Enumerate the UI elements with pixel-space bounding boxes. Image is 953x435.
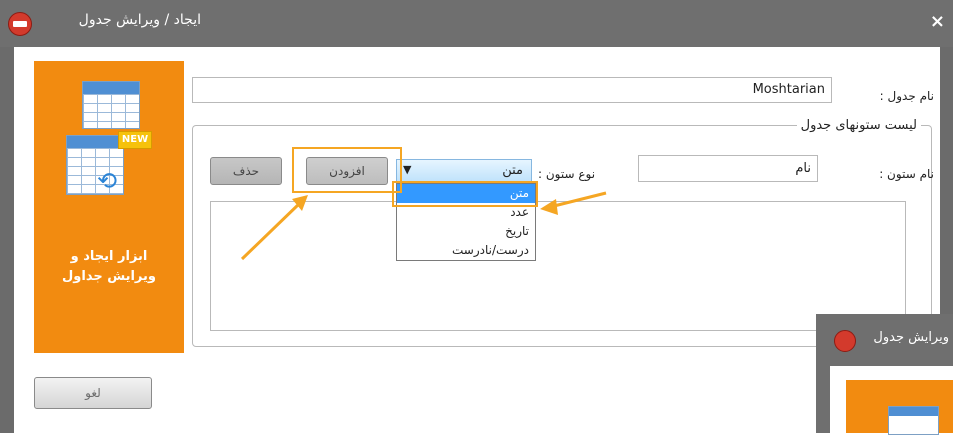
second-dialog-body [830,366,953,435]
columns-group-title: لیست ستونهای جدول [796,118,921,133]
close-icon[interactable]: × [930,11,945,32]
new-badge: NEW [118,131,152,149]
delete-button[interactable]: حذف [210,157,282,185]
column-name-label: نام ستون : [879,167,934,181]
arrow-to-type-icon [540,191,607,215]
app-logo-icon [8,12,32,36]
column-name-input[interactable]: نام [638,155,818,182]
side-caption-line2: ویرایش جداول [62,269,156,284]
second-table-icon [888,406,939,435]
table-name-input[interactable]: Moshtarian [192,77,832,103]
second-dialog-window: ویرایش جدول [816,314,953,435]
dialog-body: NEW ⟲ ابزار ایجاد و ویرایش جداول نام جدو… [14,47,940,433]
column-type-value: متن [502,163,523,178]
side-panel: NEW ⟲ ابزار ایجاد و ویرایش جداول [34,61,184,353]
sync-icon: ⟲ [96,167,118,195]
dropdown-arrow-icon: ▼ [403,163,412,176]
second-app-logo-icon [834,330,856,352]
cancel-button[interactable]: لغو [34,377,152,409]
side-caption-line1: ابزار ایجاد و [70,249,148,264]
column-type-select[interactable]: متن ▼ [396,159,532,183]
column-type-label: نوع ستون : [538,167,596,181]
window-title: ایجاد / ویرایش جدول [78,12,201,28]
table-name-label: نام جدول : [879,89,934,103]
dialog-window: ایجاد / ویرایش جدول × NEW ⟲ ابزار ایجاد … [0,0,953,433]
titlebar: ایجاد / ویرایش جدول × [0,0,953,47]
second-window-title: ویرایش جدول [873,330,949,345]
type-option[interactable]: درست/نادرست [397,241,535,260]
table-icon [82,81,140,129]
side-caption: ابزار ایجاد و ویرایش جداول [34,247,184,287]
highlight-type-option [392,181,538,207]
arrow-to-add-icon [240,195,308,261]
type-option[interactable]: تاریخ [397,222,535,241]
